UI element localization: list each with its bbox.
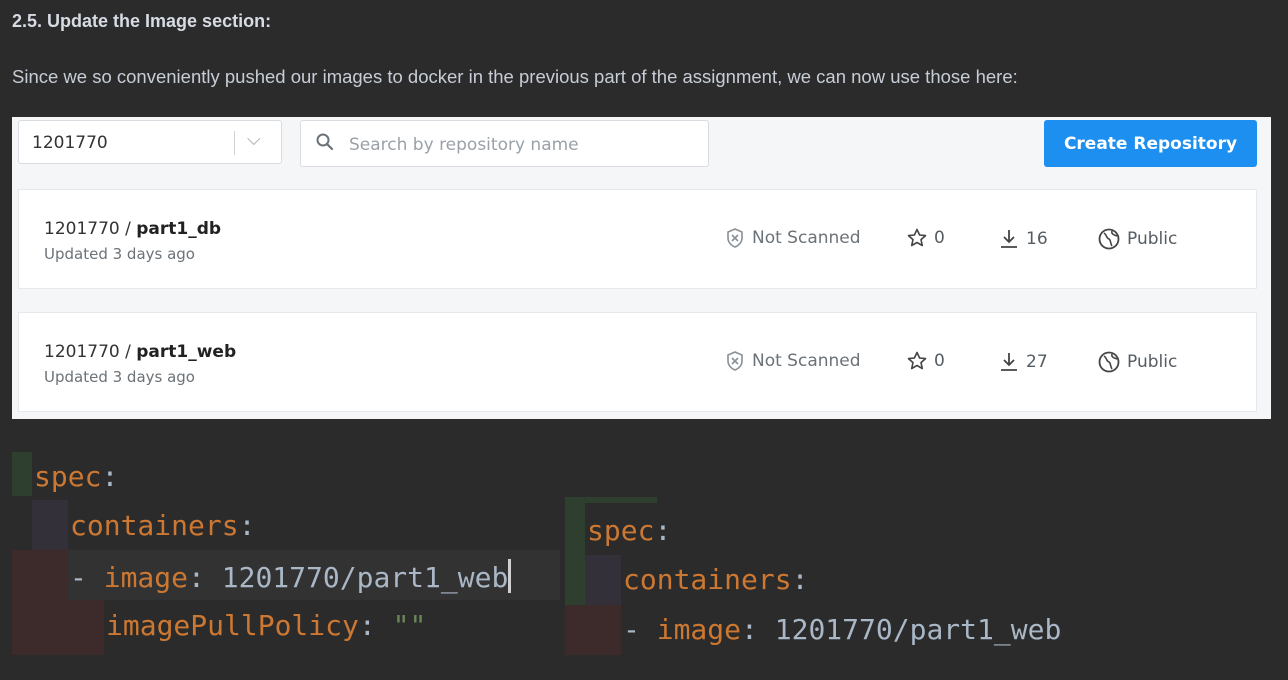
code-line-spec: spec: [587,514,671,547]
search-icon [316,133,334,151]
docker-hub-panel: 1201770 ⌵ Create Repository 1201770 / pa… [12,117,1271,419]
colon: : [791,563,809,596]
namespace-select[interactable]: 1201770 ⌵ [18,120,282,164]
gutter-marker [585,555,621,605]
scan-status: Not Scanned [724,350,861,372]
repo-namespace: 1201770 / [44,219,137,239]
colon: : [358,609,393,642]
code-line-image: - image: 1201770/part1_web [70,559,512,594]
yaml-key: spec [587,514,655,547]
repo-title: part1_web [136,342,237,362]
scan-label: Not Scanned [752,351,861,371]
globe-icon [1098,228,1120,250]
yaml-value: 1201770/part1_web [221,561,509,594]
visibility: Public [1097,227,1177,251]
yaml-key: imagePullPolicy [106,609,359,642]
yaml-key: containers [623,563,792,596]
star-icon [907,351,927,370]
gutter-marker [565,605,621,655]
create-repository-button[interactable]: Create Repository [1044,120,1257,167]
colon: : [654,514,672,547]
repo-updated: Updated 3 days ago [44,245,195,263]
star-count: 0 [934,228,945,248]
namespace-value: 1201770 [32,133,108,153]
chevron-down-icon[interactable]: ⌵ [247,129,261,150]
visibility: Public [1097,350,1177,374]
yaml-string: "" [392,609,427,642]
colon: : [188,561,222,594]
yaml-key: spec [34,460,102,493]
repo-name[interactable]: 1201770 / part1_db [44,219,221,239]
code-line-pull-policy: imagePullPolicy: "" [106,609,426,642]
code-line-containers: containers: [623,563,808,596]
repo-title: part1_db [136,219,222,239]
pull-count: 27 [1026,352,1048,372]
globe-icon [1098,351,1120,373]
intro-text: Since we so conveniently pushed our imag… [12,66,1018,87]
colon: : [101,460,119,493]
gutter-marker [12,550,68,655]
scan-status: Not Scanned [724,227,861,249]
yaml-value: 1201770/part1_web [774,613,1062,646]
gutter-marker [32,500,68,550]
search-box[interactable] [300,120,709,167]
visibility-label: Public [1127,352,1178,372]
gutter-marker [12,452,32,496]
stars: 0 [906,227,945,249]
visibility-label: Public [1127,229,1178,249]
code-line-containers: containers: [70,509,255,542]
pull-count: 16 [1026,229,1048,249]
stars: 0 [906,350,945,372]
gutter-marker [585,497,657,503]
shield-x-icon [727,228,743,248]
search-input[interactable] [347,132,691,158]
yaml-key: containers [70,509,239,542]
list-dash: - [70,561,104,594]
pulls: 27 [998,350,1048,374]
list-dash: - [623,613,657,646]
shield-x-icon [727,351,743,371]
repo-updated: Updated 3 days ago [44,368,195,386]
section-heading: 2.5. Update the Image section: [12,11,272,31]
star-count: 0 [934,351,945,371]
yaml-key: image [656,613,742,646]
scan-label: Not Scanned [752,228,861,248]
code-line-spec: spec: [34,460,118,493]
repo-row-part1-web[interactable]: 1201770 / part1_web Updated 3 days ago N… [18,312,1257,412]
colon: : [238,509,256,542]
gutter-marker [565,497,585,607]
download-icon [1001,230,1017,248]
star-icon [907,228,927,247]
download-icon [1001,353,1017,371]
repo-namespace: 1201770 / [44,342,137,362]
repo-name[interactable]: 1201770 / part1_web [44,342,236,362]
colon: : [741,613,775,646]
pulls: 16 [998,227,1048,251]
select-divider [234,131,235,155]
repo-row-part1-db[interactable]: 1201770 / part1_db Updated 3 days ago No… [18,189,1257,289]
gutter-marker [68,600,104,655]
code-line-image: - image: 1201770/part1_web [623,613,1061,646]
yaml-key: image [103,561,189,594]
text-cursor [508,559,512,593]
